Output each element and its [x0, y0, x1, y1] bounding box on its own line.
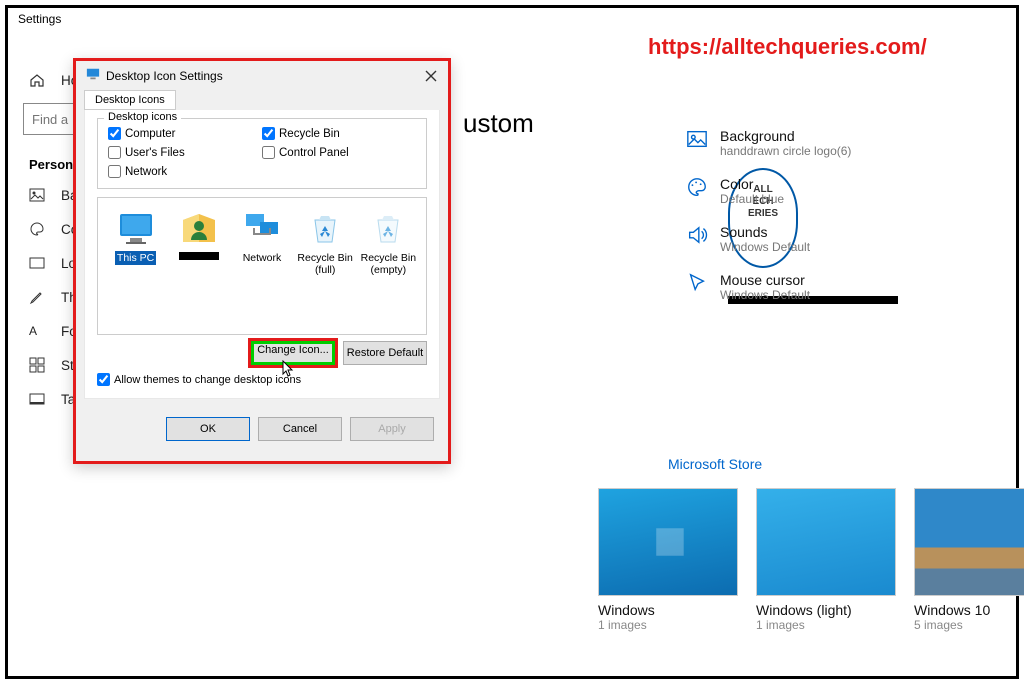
group-legend: Desktop icons [104, 111, 181, 123]
speaker-icon [686, 224, 708, 246]
rel-sounds[interactable]: SoundsWindows Default [686, 224, 986, 254]
close-button[interactable] [424, 69, 438, 83]
theme-windows[interactable]: Windows 1 images [598, 488, 738, 632]
change-icon-button[interactable]: Change Icon... [251, 341, 335, 365]
watermark-url: https://alltechqueries.com/ [648, 34, 927, 60]
desktop-icons-group: Desktop icons Computer Recycle Bin User'… [97, 118, 427, 189]
dialog-title: Desktop Icon Settings [106, 69, 223, 83]
theme-name: Windows [598, 602, 738, 618]
rel-sub: Windows Default [720, 240, 810, 254]
rel-color[interactable]: ColorDefault blue [686, 176, 986, 206]
restore-default-button[interactable]: Restore Default [343, 341, 427, 365]
palette-icon [686, 176, 708, 198]
rel-background[interactable]: Backgroundhanddrawn circle logo(6) [686, 128, 986, 158]
icon-user-label [179, 252, 219, 260]
icon-user[interactable] [168, 208, 230, 324]
desktop-icon-settings-dialog: Desktop Icon Settings Desktop Icons Desk… [73, 58, 451, 464]
cursor-icon [282, 360, 296, 378]
icon-this-pc[interactable]: This PC [105, 208, 167, 324]
chk-computer[interactable]: Computer [108, 127, 262, 140]
icon-label: Recycle Bin (empty) [361, 252, 416, 276]
icon-recycle-full[interactable]: Recycle Bin (full) [294, 208, 356, 324]
theme-name: Windows (light) [756, 602, 896, 618]
chk-allow-themes[interactable]: Allow themes to change desktop icons [97, 373, 427, 386]
theme-windows-10[interactable]: Windows 10 5 images [914, 488, 1024, 632]
icon-label: Network [243, 252, 282, 264]
cancel-button[interactable]: Cancel [258, 417, 342, 441]
home-icon [29, 72, 45, 88]
store-link[interactable]: Microsoft Store [668, 456, 762, 472]
taskbar-icon [29, 391, 45, 407]
theme-count: 1 images [598, 618, 738, 632]
rel-title: Background [720, 128, 851, 144]
picture-icon [686, 128, 708, 150]
brush-icon [29, 289, 45, 305]
icon-network[interactable]: Network [231, 208, 293, 324]
theme-windows-light[interactable]: Windows (light) 1 images [756, 488, 896, 632]
rel-title: Mouse cursor [720, 272, 810, 288]
chk-network[interactable]: Network [108, 165, 262, 178]
picture-icon [29, 187, 45, 203]
icon-label: Recycle Bin (full) [297, 252, 352, 276]
chk-control-panel[interactable]: Control Panel [262, 146, 416, 159]
monitor-icon [86, 67, 100, 84]
font-icon: A [29, 323, 45, 339]
lock-icon [29, 255, 45, 271]
rel-cursor[interactable]: Mouse cursorWindows Default [686, 272, 986, 302]
chk-users-files[interactable]: User's Files [108, 146, 262, 159]
icon-preview-grid: This PC Network Recycle Bin (full) Recyc… [97, 197, 427, 335]
tab-desktop-icons[interactable]: Desktop Icons [84, 90, 176, 110]
page-title-suffix: ustom [463, 108, 534, 139]
apply-button[interactable]: Apply [350, 417, 434, 441]
ok-button[interactable]: OK [166, 417, 250, 441]
rel-title: Color [720, 176, 784, 192]
chk-recycle[interactable]: Recycle Bin [262, 127, 416, 140]
themes-grid: Windows 1 images Windows (light) 1 image… [598, 488, 1024, 632]
theme-count: 5 images [914, 618, 1024, 632]
theme-count: 1 images [756, 618, 896, 632]
icon-label: This PC [115, 251, 156, 265]
palette-icon [29, 221, 45, 237]
grid-icon [29, 357, 45, 373]
rel-sub: Windows Default [720, 288, 810, 302]
rel-sub: Default blue [720, 192, 784, 206]
related-settings: Backgroundhanddrawn circle logo(6) Color… [686, 128, 986, 320]
rel-title: Sounds [720, 224, 810, 240]
rel-sub: handdrawn circle logo(6) [720, 144, 851, 158]
cursor-icon [686, 272, 708, 294]
theme-name: Windows 10 [914, 602, 1024, 618]
icon-recycle-empty[interactable]: Recycle Bin (empty) [357, 208, 419, 324]
